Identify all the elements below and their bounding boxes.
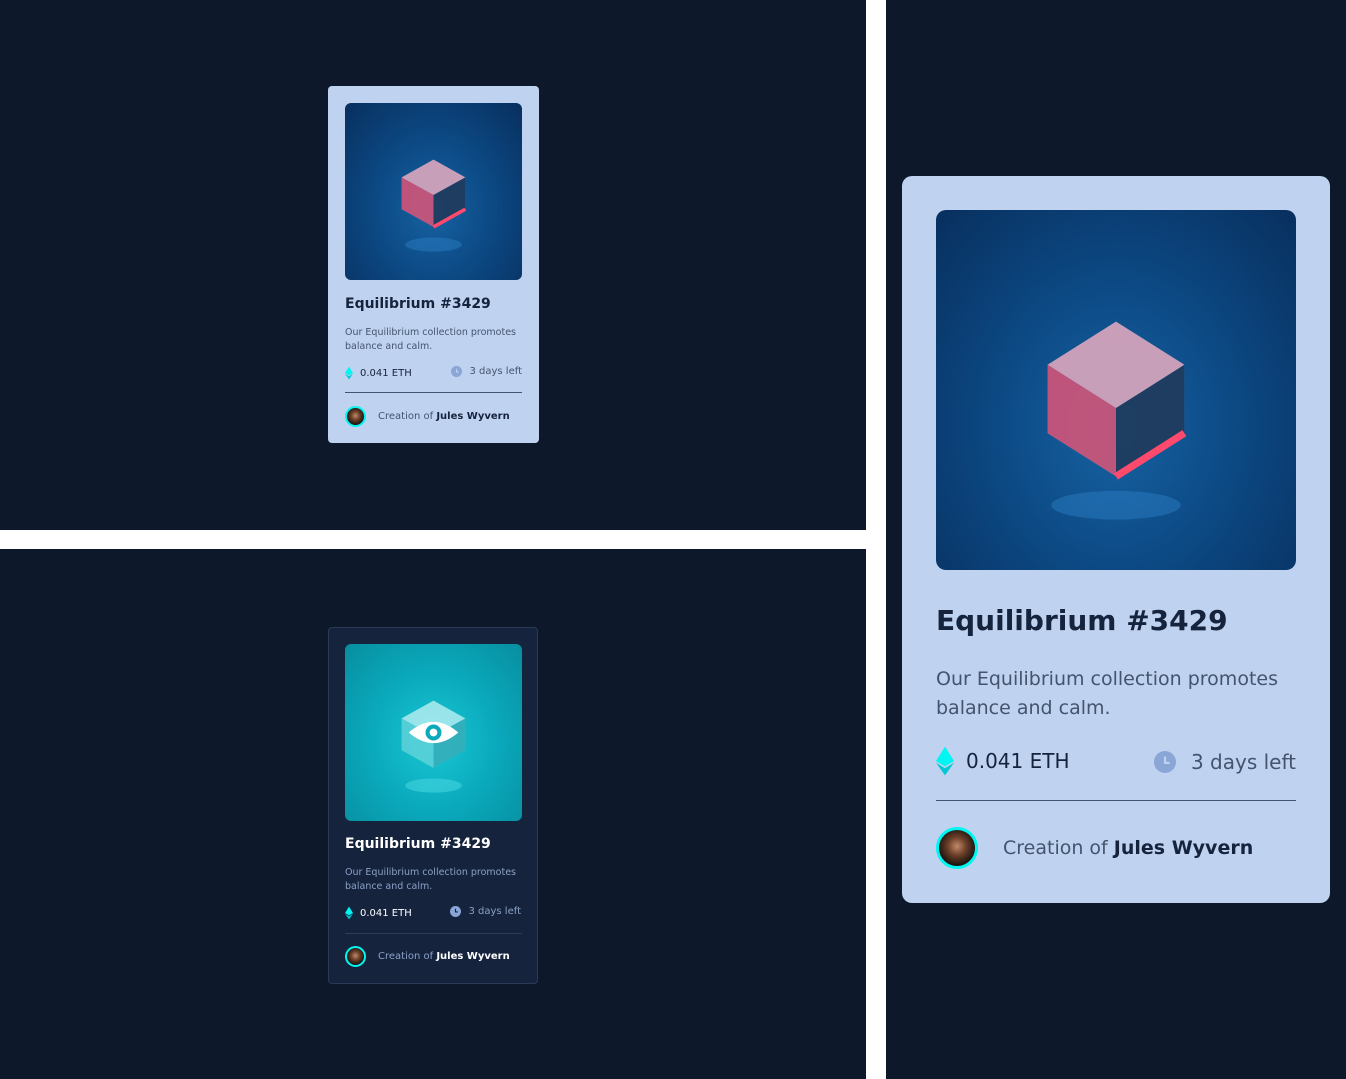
preview-panel-enlarged: Equilibrium #3429 Our Equilibrium collec… — [886, 0, 1346, 1079]
ethereum-icon — [345, 366, 353, 380]
creator-avatar — [345, 406, 366, 427]
card-divider — [936, 800, 1296, 801]
price: 0.041 ETH — [936, 746, 1070, 776]
price-value: 0.041 ETH — [966, 749, 1070, 773]
creator-name[interactable]: Jules Wyvern — [1114, 837, 1253, 859]
price: 0.041 ETH — [345, 906, 412, 920]
nft-card-hover: Equilibrium #3429 Our Equilibrium collec… — [328, 627, 538, 984]
ethereum-icon — [936, 746, 954, 776]
creator-prefix: Creation of — [1003, 837, 1108, 859]
clock-icon — [1153, 751, 1176, 773]
price: 0.041 ETH — [345, 366, 412, 380]
price-value: 0.041 ETH — [360, 367, 412, 379]
nft-image[interactable] — [936, 210, 1296, 570]
card-divider — [345, 392, 522, 393]
creator-name[interactable]: Jules Wyvern — [436, 951, 509, 962]
creator-name[interactable]: Jules Wyvern — [436, 411, 509, 422]
time-left: 3 days left — [450, 906, 521, 917]
preview-panel-hover: Equilibrium #3429 Our Equilibrium collec… — [0, 549, 866, 1079]
preview-panel-default: Equilibrium #3429 Our Equilibrium collec… — [0, 0, 866, 530]
card-title[interactable]: Equilibrium #3429 — [345, 836, 491, 852]
nft-image-hover[interactable] — [345, 644, 522, 821]
view-eye-icon — [408, 721, 459, 744]
nft-card-large: Equilibrium #3429 Our Equilibrium collec… — [902, 176, 1330, 903]
card-description: Our Equilibrium collection promotes bala… — [345, 327, 516, 352]
price-value: 0.041 ETH — [360, 907, 412, 919]
time-left: 3 days left — [1153, 750, 1296, 774]
clock-icon — [451, 366, 463, 377]
creator-avatar — [936, 827, 978, 869]
time-left-value: 3 days left — [1190, 750, 1296, 774]
cube-artwork — [401, 159, 467, 252]
time-left-value: 3 days left — [468, 906, 521, 917]
creator-prefix: Creation of — [378, 411, 434, 422]
creator-line: Creation of Jules Wyvern — [345, 406, 510, 427]
creator-line: Creation of Jules Wyvern — [936, 827, 1253, 869]
creator-line: Creation of Jules Wyvern — [345, 946, 510, 967]
creator-prefix: Creation of — [378, 951, 434, 962]
clock-icon — [450, 906, 462, 917]
card-title[interactable]: Equilibrium #3429 — [345, 296, 491, 312]
card-title[interactable]: Equilibrium #3429 — [936, 604, 1228, 637]
nft-image[interactable] — [345, 103, 522, 280]
card-divider — [345, 933, 522, 934]
cube-artwork — [1047, 321, 1187, 520]
card-description: Our Equilibrium collection promotes bala… — [936, 668, 1278, 719]
card-description: Our Equilibrium collection promotes bala… — [345, 867, 516, 892]
time-left-value: 3 days left — [469, 366, 522, 377]
nft-card: Equilibrium #3429 Our Equilibrium collec… — [328, 86, 539, 443]
ethereum-icon — [345, 906, 353, 920]
time-left: 3 days left — [451, 366, 522, 377]
creator-avatar — [345, 946, 366, 967]
